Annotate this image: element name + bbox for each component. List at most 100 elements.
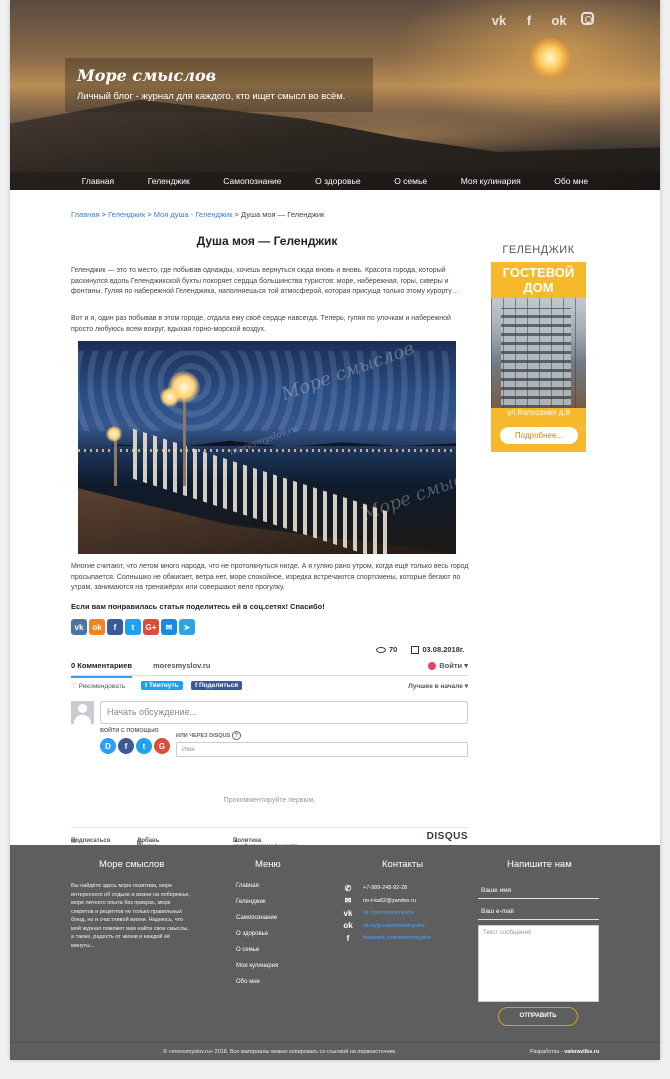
footer-menu-about[interactable]: Обо мне [236, 979, 278, 985]
post-title: Душа моя — Геленджик [196, 234, 338, 248]
guest-house-ad[interactable]: ГОСТЕВОЙ ДОМ ул.Колхозная д.8 Подробнее.… [491, 262, 586, 452]
nav-item-about[interactable]: Обо мне [554, 172, 588, 190]
twitter-icon[interactable]: t [125, 619, 141, 635]
vk-icon: vk [343, 908, 353, 918]
main-nav: Главная Геленджик Самопознание О здоровь… [10, 172, 660, 190]
fb-share-label: Поделиться [198, 682, 238, 689]
contact-row: ok ok.ru/group/moresmyslov [342, 920, 431, 933]
facebook-icon[interactable]: f [521, 12, 537, 28]
disqus-login-icon [428, 662, 437, 671]
nav-item-health[interactable]: О здоровье [315, 172, 361, 190]
nav-item-family[interactable]: О семье [394, 172, 427, 190]
site-brand[interactable]: Море смыслов Личный блог - журнал для ка… [65, 58, 373, 112]
footer-about-title: Море смыслов [99, 859, 165, 870]
nav-item-home[interactable]: Главная [82, 172, 114, 190]
footer-about-text: Вы найдёте здесь море позитива, море инт… [71, 883, 191, 949]
copyright: © «moresmyslov.ru» 2018. Все материалы м… [163, 1049, 397, 1055]
header-banner: vk f ok Море смыслов Личный блог - журна… [10, 0, 660, 190]
footer-menu-gelendzhik[interactable]: Геленджик [236, 899, 278, 905]
footer-menu-title: Меню [255, 859, 281, 870]
odnoklassniki-icon[interactable]: ok [89, 619, 105, 635]
ad-heading: ГОСТЕВОЙ ДОМ [491, 265, 586, 295]
post-photo[interactable]: Море смыслов Море смыслов moresmyslov.ru [78, 341, 456, 554]
avatar [71, 701, 94, 724]
photo-lamp-pole [114, 436, 117, 486]
instagram-icon[interactable] [581, 12, 594, 25]
disqus-login[interactable]: Войти ▾ [428, 661, 468, 671]
name-field[interactable]: Имя [176, 742, 468, 757]
footer-menu-home[interactable]: Главная [236, 883, 278, 889]
breadcrumb-link-home[interactable]: Главная [71, 210, 100, 219]
contact-row: f facebook.com/moresmyslov [342, 932, 432, 945]
facebook-icon[interactable]: f [118, 738, 134, 754]
nav-item-cooking[interactable]: Моя кулинария [461, 172, 521, 190]
tweet-button[interactable]: t Твитнуть [141, 681, 183, 690]
breadcrumb-current: Душа моя — Геленджик [240, 210, 325, 219]
photo-lamp [160, 387, 180, 407]
google-icon[interactable]: G [154, 738, 170, 754]
disqus-logo[interactable]: DISQUS [427, 831, 468, 842]
footer-menu-family[interactable]: О семье [236, 947, 278, 953]
developer-link[interactable]: valeravilks.ru [564, 1049, 599, 1055]
telegram-icon[interactable]: ➤ [179, 619, 195, 635]
developer-label: Разработка - [530, 1049, 565, 1055]
post-date: 03.08.2018г. [411, 645, 464, 655]
or-via-disqus: ИЛИ ЧЕРЕЗ DISQUS ? [176, 731, 241, 740]
contact-text: +7-989-248-92-28 [363, 885, 408, 892]
footer: Море смыслов Вы найдёте здесь море позит… [10, 845, 660, 1060]
sort-dropdown[interactable]: Лучшее в начале ▾ [408, 682, 468, 690]
contact-row: ✉ no-t-ka62@yandex.ru [342, 895, 431, 908]
disqus-icon[interactable]: D [100, 738, 116, 754]
footer-email-input[interactable]: Ваш e-mail [478, 904, 599, 920]
mail-icon[interactable]: ✉ [161, 619, 177, 635]
site-tagline: Личный блог - журнал для каждого, кто ищ… [77, 91, 346, 102]
footer-menu-cooking[interactable]: Моя кулинария [236, 963, 278, 969]
footer-write-title: Напишите нам [507, 859, 572, 870]
contact-text[interactable]: ok.ru/group/moresmyslov [363, 923, 425, 929]
footer-message-textarea[interactable]: Текст сообщения [478, 925, 599, 1002]
breadcrumb-sep: > [99, 210, 109, 219]
help-icon[interactable]: ? [231, 731, 241, 740]
ad-scaffolding [491, 298, 586, 408]
site-title[interactable]: Море смыслов [77, 66, 361, 85]
facebook-share-button[interactable]: f Поделиться [191, 681, 242, 690]
odnoklassniki-icon: ok [343, 921, 353, 931]
post-paragraph-2: Вот и я, один раз побывав в этом городе,… [71, 315, 451, 333]
ad-image [491, 298, 586, 408]
contact-text[interactable]: facebook.com/moresmyslov [363, 935, 431, 941]
tab-comments[interactable]: 0 Комментариев [71, 661, 132, 678]
footer-name-input[interactable]: Ваше имя [478, 883, 599, 899]
footer-contacts-title: Контакты [382, 859, 424, 870]
comment-input[interactable]: Начать обсуждение... [100, 701, 468, 724]
post-paragraph-3: Многие считают, что летом много народа, … [71, 563, 469, 591]
breadcrumb-link-category[interactable]: Моя душа - Геленджик [154, 210, 233, 219]
footer-contacts: ✆ +7-989-248-92-28 ✉ no-t-ka62@yandex.ru vk v… [342, 882, 431, 945]
tab-site[interactable]: moresmyslov.ru [153, 661, 210, 670]
recommend-button[interactable]: ♡ Рекомендовать [71, 682, 125, 690]
vk-icon[interactable]: vk [71, 619, 87, 635]
disqus-login-label: Войти [439, 661, 463, 670]
heart-icon: ♡ [71, 683, 77, 690]
contact-row: vk vk.com/moresmyslov [342, 907, 431, 920]
footer-menu: Главная Геленджик Самопознание О здоровь… [236, 883, 278, 995]
footer-menu-self-knowledge[interactable]: Самопознание [236, 915, 278, 921]
breadcrumb-link-gelendzhik[interactable]: Геленджик [108, 210, 145, 219]
page: vk f ok Море смыслов Личный блог - журна… [10, 0, 660, 1060]
odnoklassniki-icon[interactable]: ok [551, 12, 567, 28]
nav-item-gelendzhik[interactable]: Геленджик [148, 172, 190, 190]
googleplus-icon[interactable]: G+ [143, 619, 159, 635]
vk-icon[interactable]: vk [491, 12, 507, 28]
nav-item-self-knowledge[interactable]: Самопознание [223, 172, 281, 190]
contact-text[interactable]: vk.com/moresmyslov [363, 910, 414, 916]
ad-more-button[interactable]: Подробнее... [500, 427, 578, 444]
developer-credit: Разработка - valeravilks.ru [530, 1049, 599, 1055]
twitter-icon[interactable]: t [136, 738, 152, 754]
login-providers: DftG [100, 738, 170, 754]
empty-comments-text: Прокомментируйте первым. [223, 797, 316, 804]
ad-address: ул.Колхозная д.8 [506, 408, 570, 417]
share-title: Если вам понравилась статья поделитесь е… [71, 602, 325, 611]
facebook-icon[interactable]: f [107, 619, 123, 635]
footer-send-button[interactable]: ОТПРАВИТЬ [498, 1007, 578, 1026]
footer-menu-health[interactable]: О здоровье [236, 931, 278, 937]
header-social-links: vk f ok [491, 12, 594, 28]
